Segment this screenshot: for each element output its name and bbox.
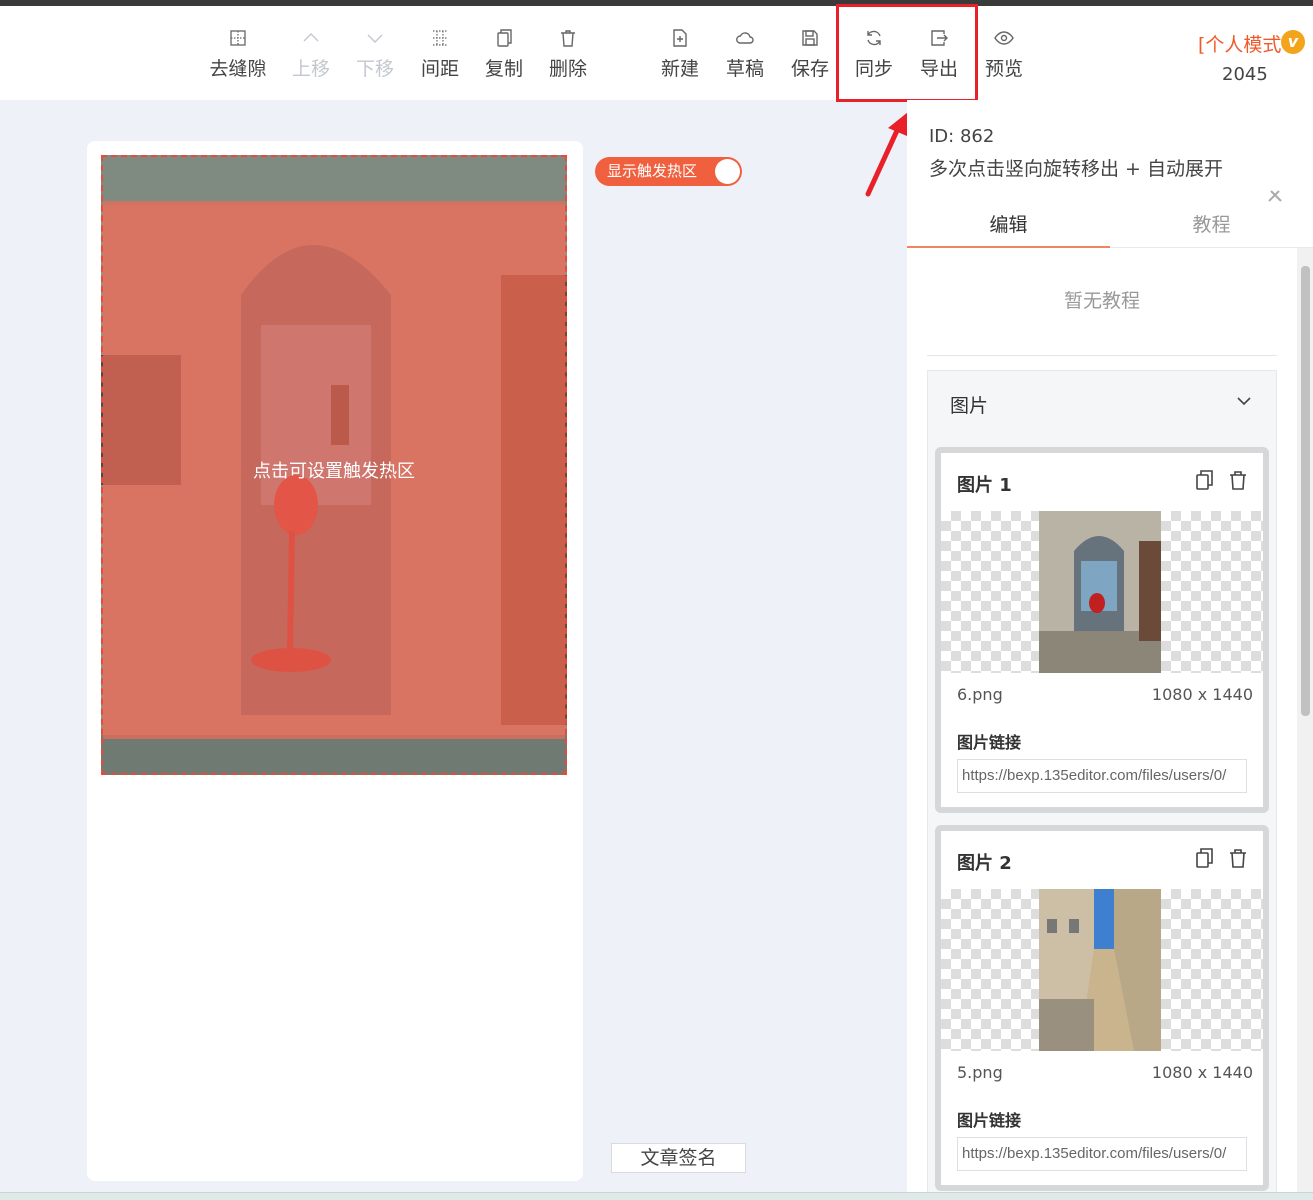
chevron-up-icon [279,24,343,50]
panel-scrollbar[interactable] [1297,248,1313,1200]
annotation-highlight-box [836,4,978,102]
new-file-icon [648,24,712,50]
bottom-bar [0,1192,1313,1200]
image-preview [941,889,1263,1051]
tools-icon[interactable] [1266,188,1284,204]
template-description: 多次点击竖向旋转移出 + 自动展开 [929,158,1223,180]
chevron-down-icon[interactable] [1236,395,1252,407]
copy-icon[interactable] [1193,847,1215,869]
toggle-knob [715,159,740,184]
cloud-icon [713,24,777,50]
images-section: 图片 图片 1 6.png 1080 x 1440 图片链接 https://b… [927,370,1277,1200]
new-button[interactable]: 新建 [648,24,712,88]
image-dimensions: 1080 x 1440 [1151,685,1253,704]
remove-gap-button[interactable]: 去缝隙 [206,24,270,88]
image-card-title: 图片 1 [957,475,1012,496]
preview-label: 预览 [984,58,1023,80]
show-hotzone-toggle[interactable]: 显示触发热区 [595,157,742,186]
save-button[interactable]: 保存 [778,24,842,88]
image-thumbnail [1039,889,1161,1051]
grid-dotted-icon [206,24,270,50]
panel-header: ID: 862 多次点击竖向旋转移出 + 自动展开 [907,100,1313,205]
move-down-button[interactable]: 下移 [343,24,407,88]
chevron-down-icon [343,24,407,50]
spacing-button[interactable]: 间距 [408,24,472,88]
image-filename: 6.png [957,685,1003,704]
image-card-1: 图片 1 6.png 1080 x 1440 图片链接 https://bexp… [935,447,1269,813]
move-up-button[interactable]: 上移 [279,24,343,88]
move-up-label: 上移 [291,58,330,80]
trash-icon[interactable] [1227,847,1249,869]
trash-icon [536,24,600,50]
image-link-input[interactable]: https://bexp.135editor.com/files/users/0… [957,1137,1247,1171]
divider [927,355,1277,356]
eye-icon [972,24,1036,50]
panel-tabs: 编辑 教程 [907,205,1313,248]
tab-edit[interactable]: 编辑 [907,205,1110,248]
copy-button[interactable]: 复制 [472,24,536,88]
panel-body: 暂无教程 图片 图片 1 6.png 1080 x 1440 图片链接 http… [907,248,1297,1200]
delete-button[interactable]: 删除 [536,24,600,88]
image-preview [941,511,1263,673]
copy-icon[interactable] [1193,469,1215,491]
new-label: 新建 [660,58,699,80]
vip-badge-icon: v [1281,30,1305,54]
remove-gap-label: 去缝隙 [209,58,267,80]
image-card-title: 图片 2 [957,853,1012,874]
image-link-label: 图片链接 [957,1111,1022,1130]
copy-label: 复制 [484,58,523,80]
image-card-2: 图片 2 5.png 1080 x 1440 图片链接 https://bexp… [935,825,1269,1191]
article-signature-button[interactable]: 文章签名 [611,1143,746,1173]
hotzone-hint: 点击可设置触发热区 [253,461,415,482]
tab-tutorial[interactable]: 教程 [1110,205,1313,248]
spacing-label: 间距 [420,58,459,80]
images-section-title: 图片 [950,395,989,417]
move-down-label: 下移 [355,58,394,80]
image-link-input[interactable]: https://bexp.135editor.com/files/users/0… [957,759,1247,793]
save-icon [778,24,842,50]
no-tutorial-text: 暂无教程 [1063,290,1140,312]
draft-button[interactable]: 草稿 [713,24,777,88]
copy-icon [472,24,536,50]
image-dimensions: 1080 x 1440 [1151,1063,1253,1082]
image-filename: 5.png [957,1063,1003,1082]
right-panel: ID: 862 多次点击竖向旋转移出 + 自动展开 编辑 教程 暂无教程 图片 … [907,100,1313,1200]
toolbar: 去缝隙 上移 下移 间距 复制 删除 新建 草稿 保存 同步 导出 预览 [个人… [0,6,1313,100]
image-link-label: 图片链接 [957,733,1022,752]
scrollbar-thumb[interactable] [1301,266,1310,716]
trigger-hotzone[interactable]: 点击可设置触发热区 [101,155,567,775]
trash-icon[interactable] [1227,469,1249,491]
delete-label: 删除 [548,58,587,80]
template-id: ID: 862 [929,126,995,147]
save-label: 保存 [790,58,829,80]
spacing-grid-icon [408,24,472,50]
image-thumbnail [1039,511,1161,673]
user-id: 2045 [1222,64,1268,85]
personal-mode-label[interactable]: [个人模式 [1198,30,1281,57]
show-hotzone-toggle-label: 显示触发热区 [607,162,698,180]
draft-label: 草稿 [725,58,764,80]
preview-button[interactable]: 预览 [972,24,1036,88]
